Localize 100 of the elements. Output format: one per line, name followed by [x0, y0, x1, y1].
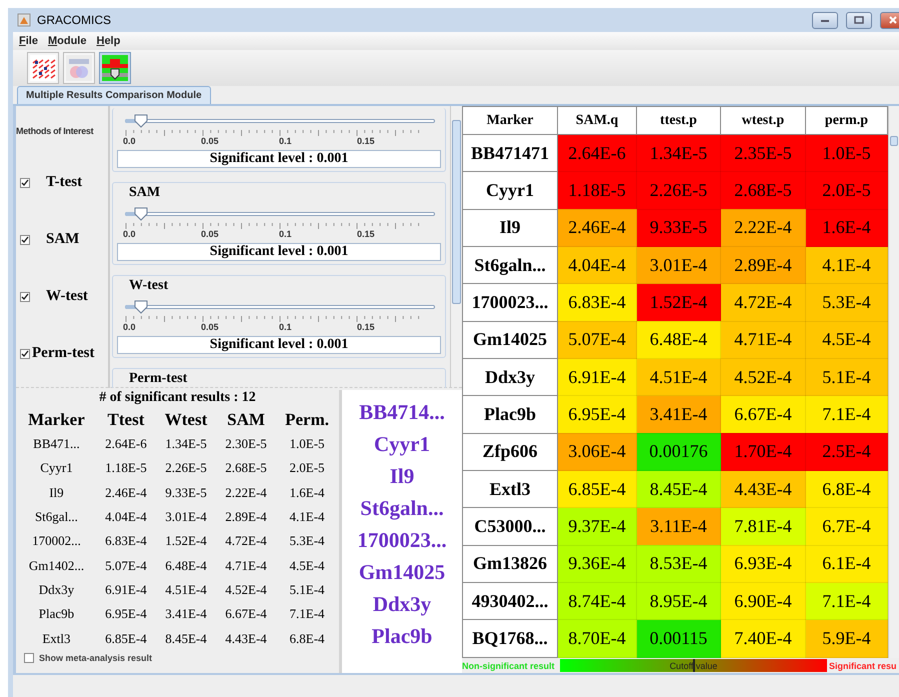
- table-cell-text: 1.0E-5: [288, 435, 326, 454]
- toolbar-button[interactable]: [99, 52, 131, 84]
- heatmap-cell: 2.35E-5: [720, 134, 806, 172]
- maximize-button[interactable]: [846, 12, 872, 28]
- heatmap-cell: 8.45E-4: [636, 470, 720, 508]
- menu-item[interactable]: Module: [48, 35, 86, 47]
- table-cell-text: 6.83E-4: [104, 532, 148, 550]
- heatmap-cell: 4.71E-4: [720, 321, 806, 359]
- column-header: Perm.: [284, 409, 330, 431]
- table-cell-text: 4.1E-4: [288, 508, 326, 526]
- heatmap-cell: 6.7E-4: [806, 508, 888, 546]
- marker-item[interactable]: Il9: [390, 460, 414, 492]
- marker-item[interactable]: Cyyr1: [374, 428, 430, 460]
- heatmap-cell: 9.33E-5: [636, 209, 720, 247]
- method-label: T-test: [46, 174, 82, 191]
- checkbox[interactable]: [20, 178, 30, 188]
- heatmap-cell: 1.52E-4: [636, 284, 720, 322]
- slider-thumb[interactable]: [134, 300, 148, 314]
- checkbox[interactable]: [20, 292, 30, 302]
- method-label: W-test: [46, 288, 88, 305]
- slider-thumb[interactable]: [134, 207, 148, 221]
- menu-item[interactable]: File: [19, 35, 38, 47]
- table-cell-text: 4.52E-4: [224, 580, 268, 599]
- slider-track[interactable]: [125, 114, 435, 128]
- marker-cell: Zfp606: [462, 433, 558, 471]
- heatmap-cell: 4.52E-4: [720, 358, 806, 396]
- heatmap-cell: 6.48E-4: [636, 321, 720, 359]
- heatmap-cell: 2.26E-5: [636, 172, 720, 210]
- heatmap-cell: 1.70E-4: [720, 433, 806, 471]
- table-cell-text: 1.52E-4: [164, 532, 208, 550]
- checkbox[interactable]: [24, 652, 34, 663]
- marker-item[interactable]: Ddx3y: [372, 588, 432, 620]
- marker-cell: Gm14025: [462, 321, 558, 359]
- heatmap-cell: 2.22E-4: [720, 209, 806, 247]
- heatmap-cell: 6.67E-4: [720, 396, 806, 434]
- heatmap-cell: 6.95E-4: [558, 396, 636, 434]
- heatmap-cell: 3.01E-4: [636, 246, 720, 284]
- column-header: ttest.p: [636, 106, 720, 134]
- heatmap-cell: 4.1E-4: [806, 246, 888, 284]
- marker-item[interactable]: BB4714...: [359, 396, 445, 428]
- marker-cell: Plac9b: [462, 396, 558, 434]
- table-cell-text: 4.72E-4: [224, 532, 268, 550]
- column-header: Wtest: [164, 409, 208, 431]
- table-cell-text: 5.3E-4: [288, 532, 326, 550]
- table-cell-text: St6gal...: [34, 508, 79, 526]
- marker-item[interactable]: Gm14025: [358, 556, 446, 588]
- table-cell-text: Ddx3y: [38, 580, 76, 599]
- table-cell-text: 6.91E-4: [104, 580, 148, 599]
- menu-item[interactable]: Help: [96, 35, 120, 47]
- marker-item[interactable]: St6galn...: [360, 492, 444, 524]
- table-cell-text: 4.71E-4: [224, 556, 268, 575]
- heatmap-cell: 5.3E-4: [806, 284, 888, 322]
- module-tab[interactable]: Multiple Results Comparison Module: [17, 86, 211, 104]
- tick-label: 0.0: [123, 136, 136, 146]
- heatmap-cell: 0.00115: [636, 620, 720, 658]
- minimize-icon: [820, 17, 830, 23]
- slider-track[interactable]: [125, 300, 435, 314]
- table-cell-text: 5.1E-4: [288, 580, 326, 599]
- heatmap-cell: 2.89E-4: [720, 246, 806, 284]
- marker-item[interactable]: 1700023...: [357, 524, 447, 556]
- marker-cell: 4930402...: [462, 582, 558, 620]
- table-cell-text: 1.18E-5: [104, 459, 148, 478]
- checkbox[interactable]: [20, 348, 30, 358]
- table-cell-text: 2.64E-6: [104, 435, 148, 454]
- scrollbar[interactable]: [888, 106, 899, 658]
- heatmap-icon: [102, 55, 128, 81]
- marker-item[interactable]: Plac9b: [372, 620, 432, 652]
- table-cell-text: 6.95E-4: [104, 605, 148, 624]
- heatmap-cell: 2.68E-5: [720, 172, 806, 210]
- heatmap-cell: 3.11E-4: [636, 508, 720, 546]
- heatmap-cell: 7.40E-4: [720, 620, 806, 658]
- table-cell-text: 6.8E-4: [288, 630, 326, 648]
- heatmap-cell: 9.36E-4: [558, 545, 636, 583]
- scatter-plot-icon: [30, 55, 56, 81]
- slider-thumb[interactable]: [134, 114, 148, 128]
- window-title: GRACOMICS: [37, 13, 112, 27]
- tick-label: 0.1: [279, 229, 292, 239]
- slider-track[interactable]: [125, 207, 435, 221]
- heatmap-cell: 3.06E-4: [558, 433, 636, 471]
- minimize-button[interactable]: [812, 12, 838, 28]
- heatmap-cell: 8.95E-4: [636, 582, 720, 620]
- app-icon: [17, 13, 31, 27]
- column-header: Ttest: [106, 409, 146, 431]
- heatmap-cell: 2.46E-4: [558, 209, 636, 247]
- marker-cell: St6galn...: [462, 246, 558, 284]
- marker-cell: BQ1768...: [462, 620, 558, 658]
- close-button[interactable]: [880, 12, 899, 28]
- column-header: SAM: [226, 409, 266, 431]
- marker-cell: C53000...: [462, 508, 558, 546]
- toolbar-button[interactable]: [27, 52, 59, 84]
- heatmap-cell: 6.85E-4: [558, 470, 636, 508]
- checkbox[interactable]: [20, 234, 30, 244]
- summary-title: # of significant results : 12: [98, 390, 257, 407]
- method-label: SAM: [46, 231, 80, 248]
- table-cell-text: 2.68E-5: [224, 459, 268, 478]
- heatmap-cell: 8.70E-4: [558, 620, 636, 658]
- table-cell-text: Gm1402...: [28, 556, 86, 575]
- scrollbar[interactable]: [450, 106, 462, 387]
- table-cell-text: 3.41E-4: [164, 605, 208, 624]
- heatmap-cell: 4.72E-4: [720, 284, 806, 322]
